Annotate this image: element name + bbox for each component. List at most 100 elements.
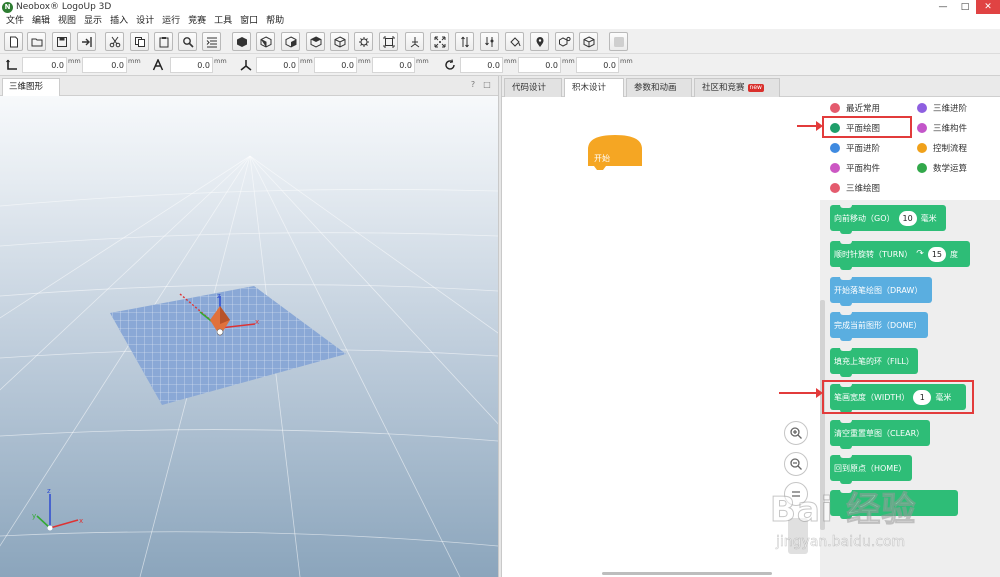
param-field-5[interactable]: 0.0 [314, 57, 357, 73]
category-3d-advanced[interactable]: 三维进阶 [917, 102, 967, 114]
tab-community-contest[interactable]: 社区和竞赛 new [694, 78, 780, 97]
param-field-3[interactable]: 0.0 [170, 57, 213, 73]
category-dot-icon [917, 143, 927, 153]
tab-params-animation[interactable]: 参数和动画 [626, 78, 692, 97]
gizmo-y-label: y [32, 512, 36, 520]
block-done[interactable]: 完成当前图形（DONE） [830, 312, 928, 341]
block-more[interactable] [830, 490, 958, 519]
copy-button[interactable] [130, 32, 149, 51]
model-button[interactable] [555, 32, 574, 51]
top-view-button[interactable] [306, 32, 325, 51]
menu-insert[interactable]: 插入 [106, 14, 132, 29]
unit-label-6: mm [416, 57, 429, 65]
block-draw[interactable]: 开始落笔绘图（DRAW） [830, 277, 932, 306]
pen-tool-button[interactable] [480, 32, 499, 51]
menu-tools[interactable]: 工具 [210, 14, 236, 29]
unit-label-5: mm [358, 57, 371, 65]
axis-view-button[interactable] [405, 32, 424, 51]
param-field-8[interactable]: 0.0 [518, 57, 561, 73]
param-field-9[interactable]: 0.0 [576, 57, 619, 73]
export-icon [81, 36, 92, 47]
category-2d-components[interactable]: 平面构件 [830, 162, 880, 174]
help-icon[interactable]: ? [468, 80, 478, 90]
unit-label-7: mm [504, 57, 517, 65]
indent-button[interactable] [202, 32, 221, 51]
category-control-flow[interactable]: 控制流程 [917, 142, 967, 154]
export-button[interactable] [77, 32, 96, 51]
axis-gizmo [36, 494, 79, 531]
gizmo-x-label: x [79, 517, 83, 525]
expand-button[interactable] [430, 32, 449, 51]
category-3d-drawing[interactable]: 三维绘图 [830, 182, 880, 194]
iso-view-button[interactable] [354, 32, 373, 51]
menu-run[interactable]: 运行 [158, 14, 184, 29]
menu-display[interactable]: 显示 [80, 14, 106, 29]
location-pin-icon [536, 36, 543, 47]
restore-panel-icon[interactable]: □ [482, 80, 492, 90]
category-math[interactable]: 数学运算 [917, 162, 967, 174]
trash-can-icon[interactable] [788, 518, 808, 554]
open-file-button[interactable] [27, 32, 46, 51]
block-go-value[interactable]: 10 [898, 210, 917, 226]
save-button[interactable] [52, 32, 71, 51]
paste-button[interactable] [154, 32, 173, 51]
fill-tool-button[interactable] [505, 32, 524, 51]
category-2d-advanced[interactable]: 平面进阶 [830, 142, 880, 154]
zoom-out-button[interactable] [784, 452, 808, 476]
tab-code-design[interactable]: 代码设计 [504, 78, 562, 97]
frame-icon [383, 36, 394, 47]
new-file-button[interactable] [4, 32, 23, 51]
fit-view-button[interactable] [379, 32, 398, 51]
param-field-4[interactable]: 0.0 [256, 57, 299, 73]
param-field-1[interactable]: 0.0 [22, 57, 67, 73]
flyout-scrollbar[interactable] [820, 300, 825, 530]
block-turn-value[interactable]: 15 [927, 246, 947, 262]
close-button[interactable]: ✕ [976, 0, 1000, 14]
block-clear[interactable]: 清空重置草图（CLEAR） [830, 420, 930, 449]
front-view-button[interactable] [256, 32, 275, 51]
horizontal-scrollbar[interactable] [602, 572, 772, 575]
solid-view-button[interactable] [232, 32, 251, 51]
stop-button[interactable] [609, 32, 628, 51]
main-toolbar [0, 29, 1000, 54]
param-field-7[interactable]: 0.0 [460, 57, 503, 73]
param-field-6[interactable]: 0.0 [372, 57, 415, 73]
tab-block-design[interactable]: 积木设计 [564, 78, 624, 98]
category-3d-components[interactable]: 三维构件 [917, 122, 967, 134]
param-field-2[interactable]: 0.0 [82, 57, 127, 73]
zoom-in-button[interactable] [784, 421, 808, 445]
annotation-arrow-1 [797, 121, 823, 131]
block-fill[interactable]: 填充上笔的环（FILL） [830, 348, 918, 377]
cut-button[interactable] [105, 32, 124, 51]
menu-file[interactable]: 文件 [2, 14, 28, 29]
find-button[interactable] [178, 32, 197, 51]
category-dot-icon [830, 183, 840, 193]
tab-3d-graphics[interactable]: 三维图形 [2, 78, 60, 96]
zoom-reset-button[interactable] [784, 482, 808, 506]
location-button[interactable] [530, 32, 549, 51]
minimize-button[interactable]: — [932, 0, 954, 14]
move-tool-button[interactable] [455, 32, 474, 51]
block-workspace[interactable] [502, 97, 820, 577]
menu-contest[interactable]: 竞赛 [184, 14, 210, 29]
block-go[interactable]: 向前移动（GO） 10 毫米 [830, 205, 946, 234]
menu-help[interactable]: 帮助 [262, 14, 288, 29]
category-dot-icon [917, 103, 927, 113]
highlight-box-width-block [822, 380, 974, 414]
menu-edit[interactable]: 编辑 [28, 14, 54, 29]
right-view-button[interactable] [281, 32, 300, 51]
menu-design[interactable]: 设计 [132, 14, 158, 29]
drawing-plane [110, 286, 346, 405]
block-turn-unit: 度 [950, 249, 959, 259]
block-home[interactable]: 回到原点（HOME） [830, 455, 912, 484]
package-button[interactable] [579, 32, 598, 51]
cube-solid-icon [236, 36, 247, 47]
block-turn[interactable]: 顺时针旋转（TURN） ↷ 15 度 [830, 241, 970, 270]
search-icon [182, 36, 194, 48]
menu-window[interactable]: 窗口 [236, 14, 262, 29]
category-recent[interactable]: 最近常用 [830, 102, 880, 114]
wireframe-view-button[interactable] [330, 32, 349, 51]
menu-view[interactable]: 视图 [54, 14, 80, 29]
3d-viewport[interactable]: z x z x y [0, 96, 498, 577]
maximize-button[interactable]: □ [954, 0, 976, 14]
